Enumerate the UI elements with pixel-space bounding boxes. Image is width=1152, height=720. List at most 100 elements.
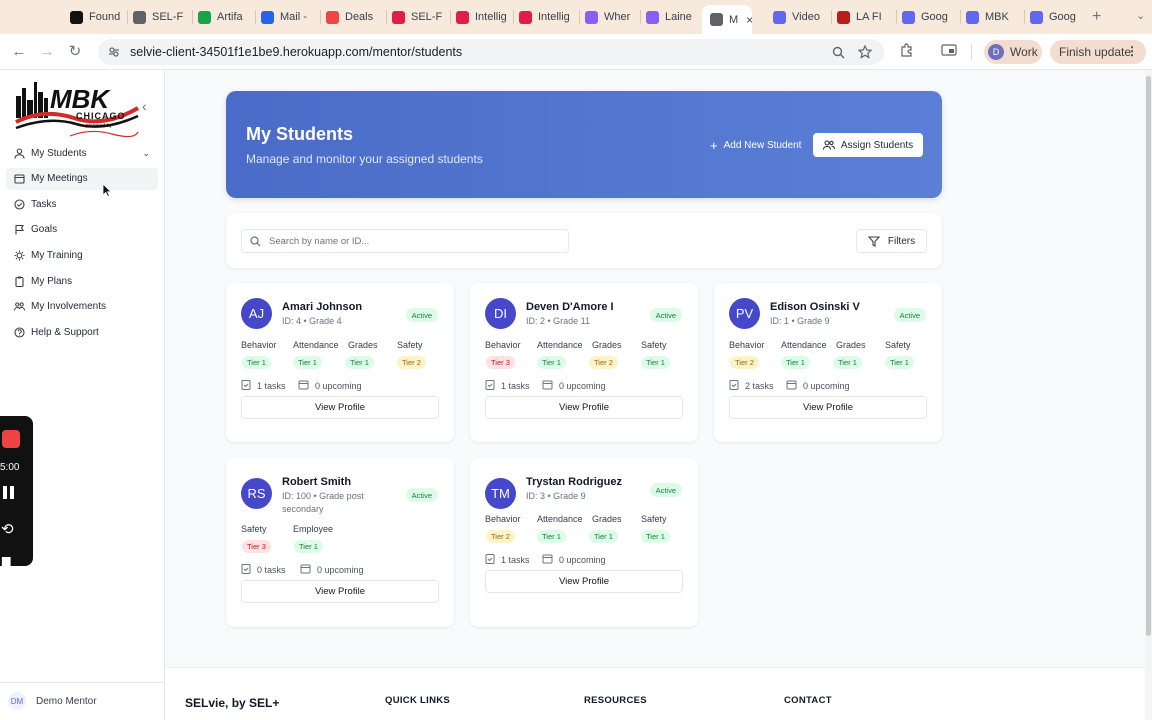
metric-label: Safety: [241, 524, 267, 534]
page-scrollbar[interactable]: [1145, 70, 1152, 720]
filters-button[interactable]: Filters: [856, 229, 927, 253]
chevron-down-icon[interactable]: ⌄: [142, 148, 150, 159]
browser-tab[interactable]: Intellig: [519, 7, 571, 27]
sidebar-item-my-training[interactable]: My Training: [6, 244, 158, 266]
clipboard-check-icon: [241, 379, 251, 393]
sidebar-item-my-students[interactable]: My Students ⌄: [6, 142, 158, 164]
status-badge: Active: [649, 483, 682, 497]
forward-icon[interactable]: →: [38, 43, 56, 61]
profile-button[interactable]: D Work: [984, 40, 1042, 64]
site-info-icon[interactable]: [108, 46, 120, 58]
browser-tab[interactable]: Wher: [585, 7, 637, 27]
zoom-icon[interactable]: [832, 39, 845, 65]
browser-tab[interactable]: Laine: [646, 7, 698, 27]
tab-separator: [192, 10, 193, 24]
extensions-icon[interactable]: [898, 43, 916, 61]
kebab-menu-icon[interactable]: ⋮: [1126, 44, 1138, 58]
new-tab-button[interactable]: +: [1092, 8, 1101, 26]
view-profile-button[interactable]: View Profile: [241, 396, 439, 419]
view-profile-button[interactable]: View Profile: [729, 396, 927, 419]
tab-separator: [640, 10, 641, 24]
screen-recorder-widget: 5:00 ⟲ ▆: [0, 416, 33, 567]
browser-tab[interactable]: Video: [773, 7, 825, 27]
browser-tab[interactable]: Mail -: [261, 7, 313, 27]
tab-separator: [127, 10, 128, 24]
trash-icon[interactable]: ▆: [2, 554, 10, 567]
add-new-student-button[interactable]: + Add New Student: [704, 133, 807, 157]
metric-label: Safety: [641, 340, 667, 350]
status-badge: Active: [405, 488, 438, 502]
scrollbar-thumb[interactable]: [1146, 76, 1151, 636]
search-filter-bar: Filters: [226, 213, 942, 268]
student-name[interactable]: Deven D'Amore I: [526, 301, 614, 313]
student-id-grade: ID: 1 • Grade 9: [770, 316, 830, 326]
tier-badge: Tier 1: [781, 356, 810, 369]
back-icon[interactable]: ←: [10, 43, 28, 61]
pause-icon[interactable]: [3, 486, 17, 500]
sidebar-user[interactable]: DM Demo Mentor: [8, 692, 97, 710]
address-bar[interactable]: selvie-client-34501f1e1be9.herokuapp.com…: [98, 39, 884, 65]
browser-tab[interactable]: SEL-F: [392, 7, 444, 27]
reload-icon[interactable]: ↻: [66, 43, 84, 61]
upcoming-count-text: 0 upcoming: [315, 381, 362, 391]
stop-recording-button[interactable]: [2, 430, 20, 448]
browser-tab[interactable]: Goog: [1030, 7, 1082, 27]
tier-badge: Tier 2: [486, 530, 515, 543]
student-card: TM Trystan Rodriguez ID: 3 • Grade 9 Active…: [470, 458, 698, 627]
tab-label: MBK: [985, 11, 1009, 23]
finish-update-button[interactable]: Finish update ⋮: [1050, 40, 1146, 64]
metric-label: Behavior: [729, 340, 765, 350]
student-name[interactable]: Robert Smith: [282, 476, 351, 488]
footer-contact-heading: CONTACT: [784, 695, 832, 706]
sidebar-item-my-involvements[interactable]: My Involvements: [6, 296, 158, 318]
calendar-icon: [300, 563, 311, 577]
footer: SELvie, by SEL+ QUICK LINKS RESOURCES CO…: [165, 667, 1145, 720]
tab-groups-icon[interactable]: [940, 43, 958, 61]
metric-label: Behavior: [485, 340, 521, 350]
browser-tab[interactable]: MBK: [966, 7, 1018, 27]
student-name[interactable]: Trystan Rodriguez: [526, 476, 622, 488]
browser-tab[interactable]: Intellig: [456, 7, 508, 27]
student-name[interactable]: Edison Osinski V: [770, 301, 860, 313]
browser-tab[interactable]: Artifa: [198, 7, 250, 27]
browser-tab[interactable]: Deals: [326, 7, 378, 27]
bookmark-star-icon[interactable]: [858, 39, 872, 65]
sidebar-item-tasks[interactable]: Tasks: [6, 193, 158, 215]
collapse-sidebar-chevron-icon[interactable]: ‹: [142, 98, 147, 114]
browser-tab[interactable]: LA FI: [837, 7, 889, 27]
sidebar-item-help-support[interactable]: Help & Support: [6, 321, 158, 343]
tab-favicon-icon: [261, 10, 274, 24]
metric-label: Behavior: [241, 340, 277, 350]
tab-separator: [386, 10, 387, 24]
view-profile-button[interactable]: View Profile: [241, 580, 439, 603]
browser-tab[interactable]: Goog: [902, 7, 954, 27]
browser-tab[interactable]: SEL-F: [133, 7, 185, 27]
view-profile-button[interactable]: View Profile: [485, 570, 683, 593]
browser-tab[interactable]: M ×: [702, 5, 752, 34]
assign-students-button[interactable]: Assign Students: [813, 133, 923, 157]
browser-tab[interactable]: Found: [70, 7, 122, 27]
close-tab-icon[interactable]: ×: [746, 13, 752, 27]
browser-tab-bar: Found SEL-F Artifa Mail - Deals SEL-F Intellig…: [0, 0, 1152, 34]
search-input[interactable]: [269, 235, 549, 247]
tab-separator: [1024, 10, 1025, 24]
tab-favicon-icon: [70, 10, 83, 24]
tier-badge: Tier 1: [641, 356, 670, 369]
restart-icon[interactable]: ⟲: [1, 520, 14, 538]
group-icon: [14, 301, 25, 312]
tab-label: Video: [792, 11, 820, 23]
mouse-cursor-icon: [102, 183, 112, 197]
tab-label: Goog: [921, 11, 948, 23]
tab-favicon-icon: [456, 10, 469, 24]
sidebar-item-my-meetings[interactable]: My Meetings: [6, 167, 158, 190]
tab-search-chevron-icon[interactable]: ⌄: [1136, 9, 1145, 22]
upcoming-count-text: 0 upcoming: [559, 555, 606, 565]
view-profile-button[interactable]: View Profile: [485, 396, 683, 419]
users-icon: [822, 140, 835, 150]
sidebar-item-my-plans[interactable]: My Plans: [6, 270, 158, 292]
search-field[interactable]: [241, 229, 569, 253]
sidebar-item-goals[interactable]: Goals: [6, 219, 158, 241]
student-name[interactable]: Amari Johnson: [282, 301, 362, 313]
sidebar-divider: [0, 682, 164, 683]
tab-label: SEL-F: [152, 11, 184, 23]
